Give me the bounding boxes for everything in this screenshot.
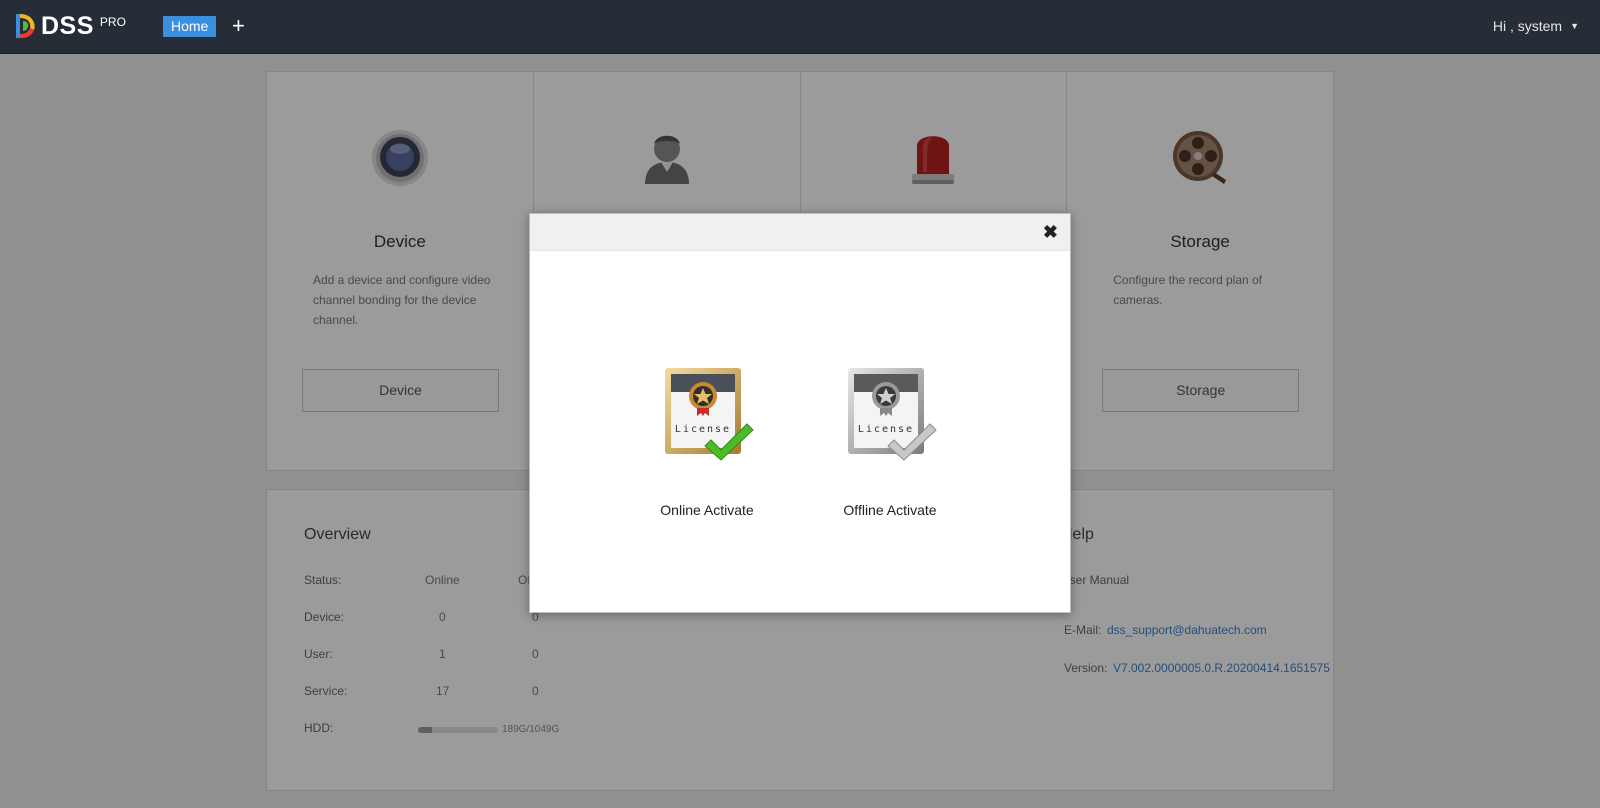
- license-word: License: [858, 424, 914, 435]
- offline-activate-label: Offline Activate: [843, 502, 937, 518]
- logo-superscript: PRO: [99, 15, 126, 29]
- tab-home[interactable]: Home: [163, 16, 217, 37]
- license-activate-dialog: ✖ License Online Activate License Offlin…: [529, 213, 1071, 613]
- top-bar: DSS PRO Home + Hi , system ▼: [0, 0, 1600, 54]
- chevron-down-icon: ▼: [1570, 21, 1579, 31]
- app-logo: DSS PRO: [14, 12, 126, 42]
- dialog-header: ✖: [530, 214, 1070, 251]
- logo-text: DSS: [41, 12, 94, 40]
- user-menu[interactable]: Hi , system ▼: [1493, 18, 1579, 34]
- license-offline-icon: License: [848, 368, 937, 461]
- online-activate-label: Online Activate: [660, 502, 754, 518]
- close-icon[interactable]: ✖: [1043, 222, 1058, 242]
- license-online-icon: License: [665, 368, 754, 461]
- offline-activate-button[interactable]: License Offline Activate: [835, 366, 945, 518]
- add-tab-button[interactable]: +: [232, 12, 245, 40]
- user-greeting: Hi , system: [1492, 18, 1563, 34]
- dss-logo-icon: [16, 14, 35, 38]
- online-activate-button[interactable]: License Online Activate: [652, 366, 762, 518]
- license-word: License: [675, 424, 731, 435]
